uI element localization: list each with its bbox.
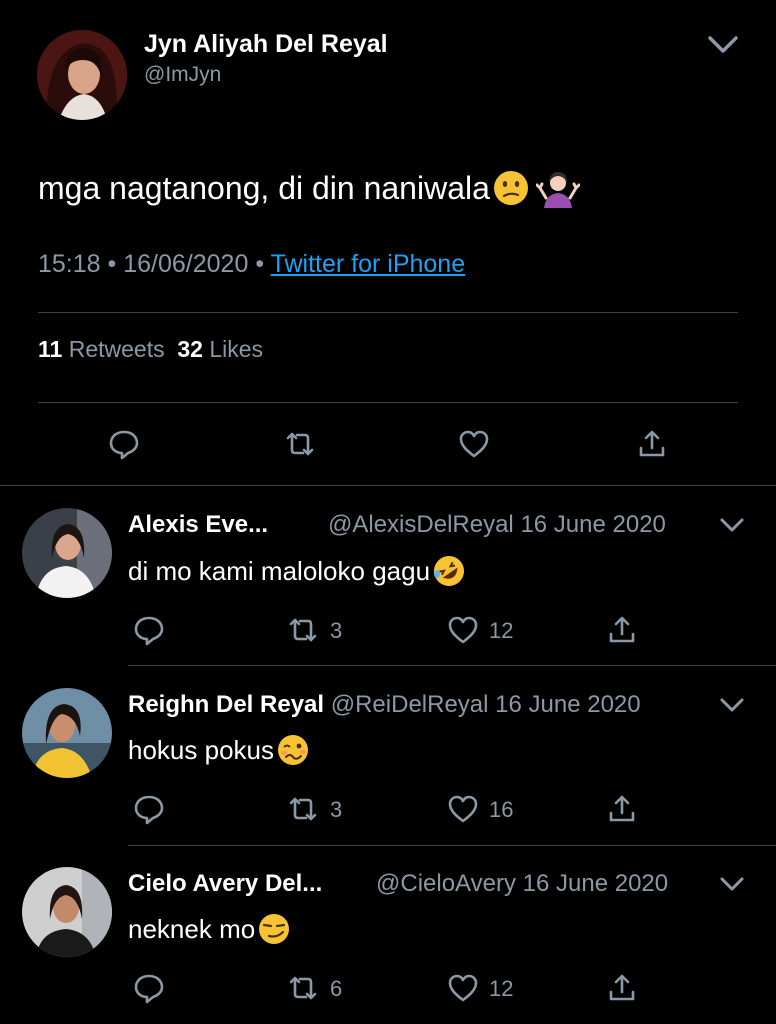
divider	[0, 485, 776, 486]
tweet-meta: 15:18 • 16/06/2020 • Twitter for iPhone	[38, 250, 465, 279]
reply-header: Cielo Avery Del...	[128, 870, 322, 898]
reply-text: hokus pokus	[128, 733, 310, 767]
author-handle[interactable]: @ImJyn	[144, 63, 221, 87]
reply-author-handle[interactable]: @AlexisDelReyal	[328, 511, 514, 538]
retweet-label[interactable]: Retweets	[69, 336, 165, 362]
retweet-count[interactable]: 11	[38, 336, 62, 362]
like-label[interactable]: Likes	[209, 336, 263, 362]
reply-avatar[interactable]	[22, 508, 112, 598]
reply-text-content: di mo kami maloloko gagu	[128, 555, 431, 586]
rolling-on-floor-laughing-icon	[432, 554, 466, 588]
reply-text: di mo kami maloloko gagu	[128, 554, 466, 588]
like-count[interactable]: 32	[177, 336, 203, 362]
reply-retweet-count: 3	[330, 618, 343, 643]
reply-icon[interactable]	[133, 793, 165, 825]
like-icon[interactable]	[447, 793, 479, 825]
reply-text-content: neknek mo	[128, 913, 256, 944]
chevron-down-icon[interactable]	[718, 696, 746, 721]
reply-author-name[interactable]: Cielo Avery Del...	[128, 870, 322, 897]
reply-icon[interactable]	[133, 614, 165, 646]
engagement-stats: 11 Retweets 32 Likes	[38, 336, 263, 363]
reply-header: Reighn Del Reyal @ReiDelReyal 16 June 20…	[128, 691, 641, 719]
divider	[128, 845, 776, 846]
reply-date: 16 June 2020	[520, 511, 666, 538]
reply-author-name[interactable]: Reighn Del Reyal	[128, 691, 324, 718]
tweet-date: 16/06/2020	[123, 250, 249, 278]
meta-separator: •	[255, 250, 265, 278]
tweet-text-content: mga nagtanong, di din naniwala	[38, 169, 490, 206]
reply-date: 16 June 2020	[495, 691, 641, 718]
retweet-icon[interactable]	[287, 614, 319, 646]
divider	[128, 665, 776, 666]
like-icon[interactable]	[447, 614, 479, 646]
share-icon[interactable]	[606, 793, 638, 825]
reply-date: 16 June 2020	[522, 870, 669, 897]
reply-icon[interactable]	[108, 428, 140, 460]
retweet-icon[interactable]	[287, 972, 319, 1004]
share-icon[interactable]	[606, 614, 638, 646]
reply-header-meta: @AlexisDelReyal 16 June 2020	[328, 511, 666, 539]
chevron-down-icon[interactable]	[706, 32, 740, 58]
share-icon[interactable]	[636, 428, 668, 460]
divider	[38, 402, 738, 403]
reply-retweet-count: 3	[330, 797, 343, 822]
tweet-time: 15:18	[38, 250, 101, 278]
woozy-face-icon	[276, 733, 310, 767]
retweet-icon[interactable]	[284, 428, 316, 460]
reply-like-count: 12	[489, 976, 514, 1001]
reply-like-count: 16	[489, 797, 514, 822]
chevron-down-icon[interactable]	[718, 516, 746, 541]
reply-icon[interactable]	[133, 972, 165, 1004]
reply-like-count: 12	[489, 618, 514, 643]
reply-text-content: hokus pokus	[128, 734, 274, 765]
reply-author-name[interactable]: Alexis Eve...	[128, 511, 268, 538]
smirking-face-icon	[257, 912, 291, 946]
reply-header: Alexis Eve...	[128, 511, 268, 539]
reply-avatar[interactable]	[22, 688, 112, 778]
like-icon[interactable]	[447, 972, 479, 1004]
reply-header-meta: @CieloAvery 16 June 2020	[376, 870, 668, 898]
confused-face-icon	[492, 169, 530, 207]
divider	[38, 312, 738, 313]
tweet-text: mga nagtanong, di din naniwala	[38, 168, 581, 208]
reply-author-handle[interactable]: @ReiDelReyal	[331, 691, 489, 718]
retweet-icon[interactable]	[287, 793, 319, 825]
reply-text: neknek mo	[128, 912, 291, 946]
chevron-down-icon[interactable]	[718, 875, 746, 900]
tweet-source-link[interactable]: Twitter for iPhone	[271, 250, 466, 278]
reply-author-handle[interactable]: @CieloAvery	[376, 870, 516, 897]
author-name[interactable]: Jyn Aliyah Del Reyal	[144, 30, 388, 59]
person-shrugging-icon	[535, 168, 581, 208]
reply-retweet-count: 6	[330, 976, 343, 1001]
author-avatar[interactable]	[37, 30, 127, 120]
meta-separator: •	[107, 250, 117, 278]
like-icon[interactable]	[458, 428, 490, 460]
share-icon[interactable]	[606, 972, 638, 1004]
reply-avatar[interactable]	[22, 867, 112, 957]
